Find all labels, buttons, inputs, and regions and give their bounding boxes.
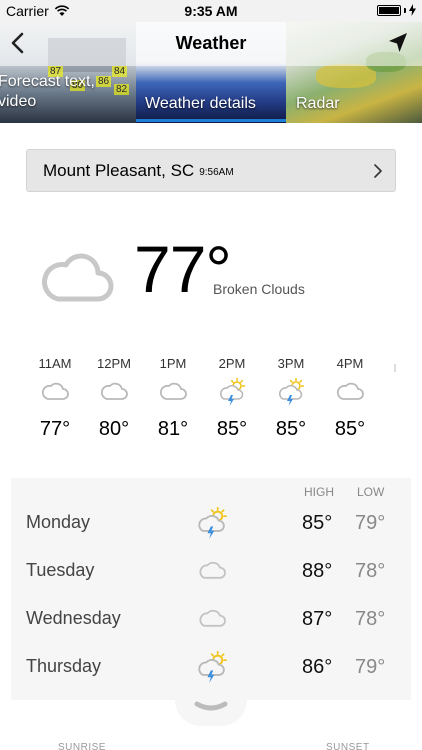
hourly-item: 11AM 77°: [26, 356, 84, 441]
daily-row: Thursday 86° 79°: [11, 644, 411, 692]
hour-temp: 85°: [275, 418, 307, 440]
cloud-icon: [199, 609, 226, 627]
location-time: 9:56AM: [199, 166, 234, 178]
daily-forecast: HIGH LOW Monday 85° 79° Tuesday 88° 78° …: [11, 478, 411, 700]
tab-label-line: video: [0, 93, 37, 110]
battery-icon: [377, 4, 401, 16]
tab-label-line: Forecast text,: [0, 73, 95, 90]
hour-time: 4PM: [336, 356, 364, 371]
daily-row: Monday 85° 79°: [11, 500, 411, 548]
location-selector[interactable]: Mount Pleasant, SC 9:56AM: [26, 149, 396, 192]
cloud-icon: [336, 382, 364, 400]
hour-temp: 77°: [39, 418, 71, 440]
thumb-temp-label: 84: [112, 66, 128, 77]
high-header: HIGH: [304, 485, 334, 499]
hourly-forecast[interactable]: 11AM 77° 12PM 80° 1PM 81° 2PM 85° 3PM 85…: [26, 356, 422, 456]
day-name: Thursday: [26, 656, 102, 676]
daily-row: Tuesday 88° 78°: [11, 548, 411, 596]
hourly-scroll-hint: [394, 364, 396, 372]
day-name: Tuesday: [26, 560, 95, 580]
daily-row: Wednesday 87° 78°: [11, 596, 411, 644]
current-condition: Broken Clouds: [213, 281, 305, 297]
page-title: Weather: [175, 33, 247, 53]
location-button[interactable]: [386, 31, 410, 55]
day-name: Monday: [26, 512, 91, 532]
hourly-item: 1PM 81°: [144, 356, 202, 441]
status-right: [377, 4, 416, 16]
cloud-icon: [199, 561, 226, 579]
low-header: LOW: [357, 485, 385, 499]
day-high: 88°: [302, 560, 333, 582]
storm-sun-icon: [278, 377, 305, 406]
hourly-item: 2PM 85°: [203, 356, 261, 441]
hour-time: 2PM: [218, 356, 246, 371]
battery-tip: [404, 7, 406, 13]
thumb-temp-label: 86: [96, 76, 112, 87]
day-low: 79°: [355, 656, 386, 678]
sunset-label: SUNSET: [326, 742, 370, 750]
day-high: 87°: [302, 608, 333, 630]
day-low: 78°: [355, 560, 386, 582]
header: 87 84 80 86 82 Weather Forecast text, vi…: [0, 22, 422, 123]
sunrise-label: SUNRISE: [58, 742, 106, 750]
hour-temp: 80°: [98, 418, 130, 440]
day-name: Wednesday: [26, 608, 121, 628]
hour-temp: 85°: [216, 418, 248, 440]
hour-time: 11AM: [38, 356, 72, 371]
storm-sun-icon: [198, 506, 228, 539]
thumb-temp-label: 82: [114, 84, 130, 95]
day-high: 85°: [302, 512, 333, 534]
location-arrow-icon: [389, 33, 407, 52]
status-time: 9:35 AM: [184, 3, 238, 19]
chevron-down-icon: [194, 701, 228, 711]
expand-daily-button[interactable]: [175, 700, 247, 726]
hour-time: 12PM: [97, 356, 131, 371]
cloud-icon: [41, 382, 69, 400]
hour-temp: 85°: [334, 418, 366, 440]
tab-label-weather-details: Weather details: [145, 95, 256, 112]
location-name: Mount Pleasant, SC: [43, 160, 195, 180]
cloud-icon: [100, 382, 128, 400]
hour-time: 1PM: [159, 356, 187, 371]
storm-sun-icon: [198, 650, 228, 683]
cloud-icon: [159, 382, 187, 400]
day-low: 78°: [355, 608, 386, 630]
chevron-right-icon: [374, 164, 382, 178]
status-bar: Carrier 9:35 AM: [0, 0, 422, 22]
day-low: 79°: [355, 512, 386, 534]
hourly-item: 3PM 85°: [262, 356, 320, 441]
hour-temp: 81°: [157, 418, 189, 440]
charging-bolt-icon: [409, 4, 416, 16]
hourly-item: 12PM 80°: [85, 356, 143, 441]
hour-time: 3PM: [277, 356, 305, 371]
storm-sun-icon: [219, 377, 246, 406]
hourly-item: 4PM 85°: [321, 356, 379, 441]
tab-label-forecast: Forecast text, video: [0, 72, 95, 112]
day-high: 86°: [302, 656, 333, 678]
active-tab-indicator: [136, 119, 286, 122]
cloud-icon: [42, 253, 114, 302]
tab-label-radar: Radar: [296, 95, 340, 112]
